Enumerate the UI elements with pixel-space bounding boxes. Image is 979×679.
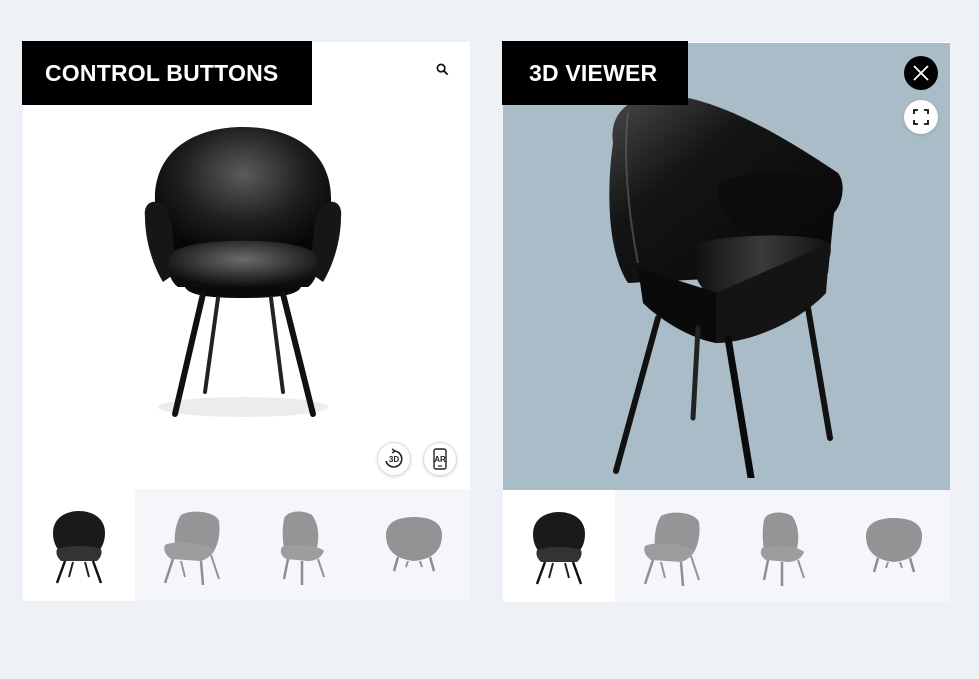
thumbnail-strip: [503, 490, 950, 602]
thumbnail-back[interactable]: [358, 489, 470, 601]
thumbnail-side-left[interactable]: [615, 490, 727, 602]
view-ar-button[interactable]: AR: [423, 442, 457, 476]
product-image-stage[interactable]: 3D AR: [23, 42, 470, 489]
thumbnail-front[interactable]: [503, 490, 615, 602]
3d-viewer-stage[interactable]: [503, 43, 950, 490]
panel-label: 3D VIEWER: [502, 41, 688, 105]
view-ar-label: AR: [434, 454, 446, 464]
magnifier-icon[interactable]: [432, 59, 452, 79]
thumbnail-front[interactable]: [23, 489, 135, 601]
thumbnail-strip: [23, 489, 470, 601]
thumbnail-side-left[interactable]: [135, 489, 247, 601]
panel-label: CONTROL BUTTONS: [22, 41, 312, 105]
thumbnail-side-right[interactable]: [727, 490, 839, 602]
view-3d-label: 3D: [388, 454, 400, 464]
thumbnail-back[interactable]: [838, 490, 950, 602]
chair-3d-model: [609, 94, 843, 478]
control-buttons-panel: CONTROL BUTTONS 3D AR: [22, 41, 470, 601]
close-icon[interactable]: [904, 56, 938, 90]
view-3d-button[interactable]: 3D: [377, 442, 411, 476]
thumbnail-side-right[interactable]: [247, 489, 359, 601]
3d-viewer-panel: 3D VIEWER: [502, 41, 950, 602]
chair-front-image: [144, 127, 342, 417]
fullscreen-icon[interactable]: [904, 100, 938, 134]
